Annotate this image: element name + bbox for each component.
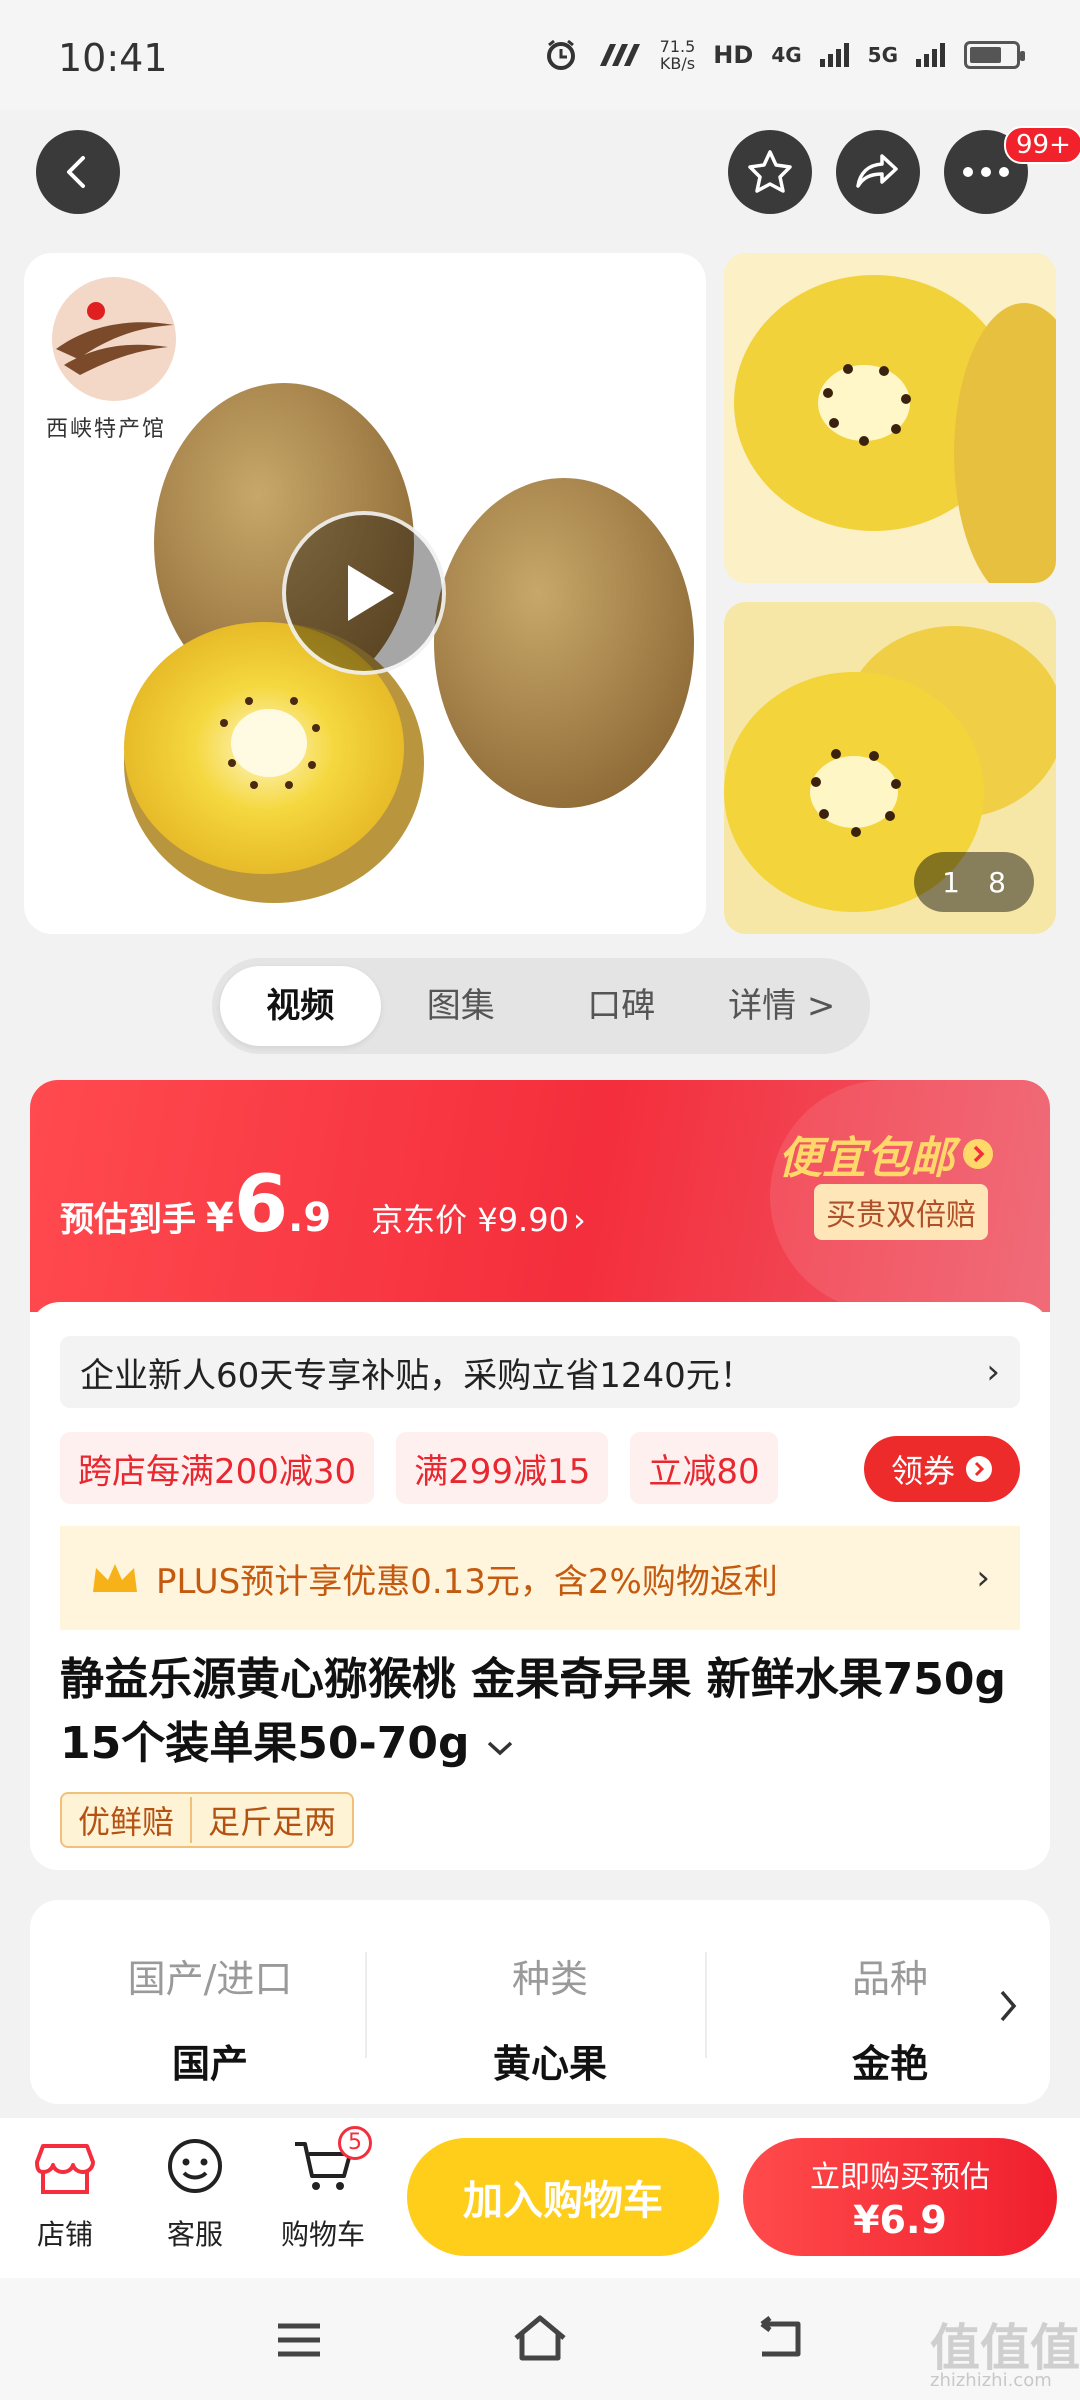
main-product-image[interactable]: 西峡特产馆 xyxy=(24,253,706,934)
chat-smile-icon xyxy=(168,2139,222,2193)
chevron-right-icon: › xyxy=(986,1352,1000,1392)
menu-icon[interactable] xyxy=(274,2320,324,2360)
shop-icon xyxy=(35,2144,95,2194)
coupon-chips: 跨店每满200减30 满299减15 立减80 xyxy=(60,1432,778,1504)
home-icon[interactable] xyxy=(510,2314,570,2362)
jd-price[interactable]: 京东价 ¥9.90 xyxy=(371,1195,569,1241)
est-integer: 6 xyxy=(233,1160,289,1250)
sim2-label: 5G xyxy=(867,43,898,67)
media-tabs: 视频 图集 口碑 详情 > xyxy=(212,958,870,1054)
share-button[interactable] xyxy=(836,130,920,214)
product-title[interactable]: 静益乐源黄心猕猴桃 金果奇异果 新鲜水果750g 15个装单果50-70g xyxy=(60,1648,1010,1776)
est-currency: ¥ xyxy=(206,1195,234,1241)
signal-icon xyxy=(819,43,849,67)
product-tags: 优鲜赔 足斤足两 xyxy=(60,1792,355,1848)
spec-variety: 品种 金艳 xyxy=(851,1957,928,2086)
chevron-right-icon: › xyxy=(976,1558,990,1598)
status-time: 10:41 xyxy=(58,36,168,80)
status-bar: 10:41 71.5 KB/s HD 4G 5G xyxy=(0,0,1080,110)
buy-now-price: ¥6.9 xyxy=(853,2198,947,2242)
estimated-price: 预估到手 ¥ 6 .9 京东价 ¥9.90 › xyxy=(60,1160,586,1250)
plus-text: PLUS预计享优惠0.13元，含2%购物返利 xyxy=(156,1561,778,1602)
chevron-circle-icon xyxy=(966,1456,992,1482)
back-button[interactable] xyxy=(36,130,120,214)
tab-gallery[interactable]: 图集 xyxy=(381,966,542,1046)
est-decimal: .9 xyxy=(288,1195,332,1241)
tab-details[interactable]: 详情 > xyxy=(702,966,863,1046)
alarm-icon xyxy=(546,39,575,70)
price-banner: 预估到手 ¥ 6 .9 京东价 ¥9.90 › 便宜包邮 买贵双倍赔 xyxy=(30,1080,1050,1312)
tag-full-weight: 足斤足两 xyxy=(208,1803,337,1841)
chevron-circle-icon xyxy=(963,1139,993,1169)
tab-video[interactable]: 视频 xyxy=(220,966,381,1046)
chevron-down-icon xyxy=(487,1741,512,1756)
coupon-chip[interactable]: 跨店每满200减30 xyxy=(60,1432,375,1504)
system-nav-bar: 值值值 zhizhizhi.com xyxy=(0,2278,1080,2400)
add-to-cart-button[interactable]: 加入购物车 xyxy=(407,2138,719,2256)
side-image-1[interactable] xyxy=(724,253,1056,583)
plus-benefit-bar[interactable]: PLUS预计享优惠0.13元，含2%购物返利 › xyxy=(60,1526,1020,1630)
cart-button[interactable]: 购物车 5 xyxy=(268,2126,378,2253)
coupon-chip[interactable]: 满299减15 xyxy=(396,1432,609,1504)
chevron-right-icon xyxy=(1000,1990,1017,2022)
share-icon xyxy=(856,154,898,188)
spec-card[interactable]: 国产/进口 国产 种类 黄心果 品种 金艳 xyxy=(30,1900,1050,2104)
side-image-2[interactable]: 18 xyxy=(724,602,1056,934)
chevron-left-icon xyxy=(67,156,85,188)
kiwi-half-illustration xyxy=(724,253,1056,583)
customer-service-button[interactable]: 客服 xyxy=(140,2136,250,2253)
more-badge: 99+ xyxy=(1004,126,1080,164)
carrier-icon xyxy=(599,44,640,66)
est-label: 预估到手 xyxy=(60,1200,196,1240)
enterprise-subsidy-bar[interactable]: 企业新人60天专享补贴，采购立省1240元！ › xyxy=(60,1336,1020,1408)
crown-icon xyxy=(93,1564,137,1592)
get-coupon-button[interactable]: 领券 xyxy=(864,1436,1020,1502)
jd-price-arrow: › xyxy=(572,1201,586,1239)
signal-icon-2 xyxy=(916,43,945,67)
gallery-page-indicator: 18 xyxy=(914,852,1034,912)
network-speed: 71.5 KB/s xyxy=(659,37,696,73)
sim1-label: 4G xyxy=(771,43,802,67)
price-card: 预估到手 ¥ 6 .9 京东价 ¥9.90 › 便宜包邮 买贵双倍赔 企业新人6… xyxy=(30,1080,1050,1870)
promo-title: 便宜包邮 xyxy=(778,1133,954,1184)
video-play-button[interactable] xyxy=(282,511,446,675)
promo-badge: 买贵双倍赔 xyxy=(814,1184,988,1240)
tab-reviews[interactable]: 口碑 xyxy=(541,966,702,1046)
status-icons: 71.5 KB/s HD 4G 5G xyxy=(544,37,1025,73)
back-nav-icon[interactable] xyxy=(752,2316,806,2362)
play-icon xyxy=(348,565,394,621)
promo-free-shipping[interactable]: 便宜包邮 xyxy=(778,1122,994,1186)
spec-origin: 国产/进口 国产 xyxy=(127,1957,293,2086)
coupon-chip[interactable]: 立减80 xyxy=(630,1432,778,1504)
favorite-button[interactable] xyxy=(728,130,812,214)
shop-button[interactable]: 店铺 xyxy=(10,2136,120,2253)
star-icon xyxy=(748,150,792,193)
watermark-url: zhizhizhi.com xyxy=(930,2370,1052,2391)
enterprise-text: 企业新人60天专享补贴，采购立省1240元！ xyxy=(80,1355,754,1396)
cart-badge: 5 xyxy=(338,2126,372,2160)
spec-type: 种类 黄心果 xyxy=(492,1957,607,2086)
price-details: 企业新人60天专享补贴，采购立省1240元！ › 跨店每满200减30 满299… xyxy=(30,1302,1050,1870)
tag-fresh-guarantee: 优鲜赔 xyxy=(62,1797,193,1843)
battery-icon xyxy=(964,41,1025,69)
buy-now-button[interactable]: 立即购买预估 ¥6.9 xyxy=(743,2138,1057,2256)
buy-now-label: 立即购买预估 xyxy=(810,2160,990,2195)
more-dots-icon xyxy=(963,167,1009,177)
hd-icon: HD xyxy=(713,41,754,69)
